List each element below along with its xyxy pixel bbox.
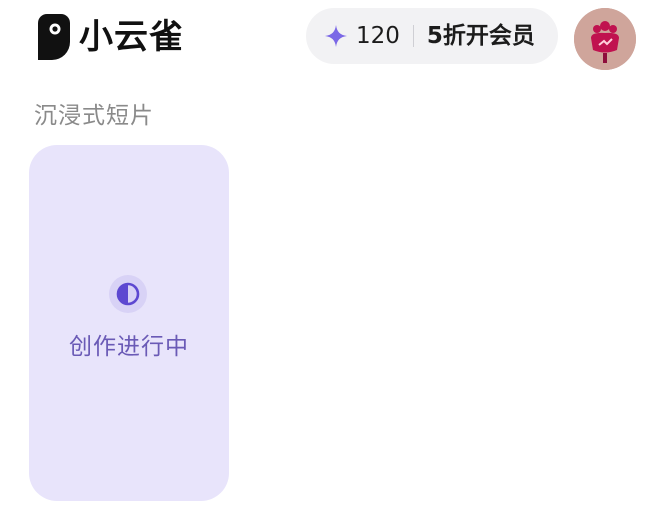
video-card[interactable] bbox=[29, 145, 229, 501]
app-name: 小云雀 bbox=[79, 17, 184, 57]
avatar-image bbox=[574, 8, 636, 70]
page: 小云雀 120 5折开会员 沉浸式短片 创作进行中 bbox=[0, 0, 660, 518]
vip-upgrade-button[interactable]: 5折开会员 bbox=[427, 8, 535, 64]
avatar[interactable] bbox=[574, 8, 636, 70]
credits-vip-pill[interactable]: 120 5折开会员 bbox=[306, 8, 558, 64]
sparkle-icon bbox=[325, 25, 347, 47]
status-text: 创作进行中 bbox=[69, 334, 189, 360]
header: 小云雀 120 5折开会员 bbox=[0, 0, 660, 80]
pill-divider bbox=[412, 25, 414, 47]
bird-logo-icon bbox=[38, 14, 70, 60]
section-title: 沉浸式短片 bbox=[34, 103, 154, 129]
app-logo[interactable]: 小云雀 bbox=[38, 14, 184, 60]
credit-count: 120 bbox=[356, 23, 400, 49]
progress-icon bbox=[109, 275, 147, 313]
